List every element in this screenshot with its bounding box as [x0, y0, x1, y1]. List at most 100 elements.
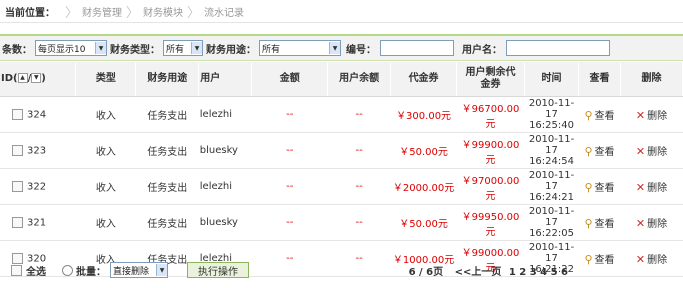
col-time: 时间: [524, 62, 580, 97]
row-purpose: 任务支出: [135, 132, 199, 169]
col-type: 类型: [75, 62, 137, 97]
view-button[interactable]: ⚲ 查看: [578, 96, 621, 133]
row-checkbox[interactable]: [12, 108, 23, 120]
batch-label: 批量：: [76, 266, 106, 278]
row-id: 324: [27, 109, 47, 121]
type-label: 财务类型：: [110, 44, 160, 56]
col-purpose: 财务用途: [135, 62, 200, 97]
breadcrumb-label: 当前位置：: [5, 7, 55, 19]
prev-page-link[interactable]: <<上一页: [455, 267, 502, 278]
col-view: 查看: [578, 62, 621, 97]
magnifier-icon: ⚲: [584, 109, 593, 123]
row-balance: --: [327, 132, 391, 169]
row-remain: ￥99950.00元: [456, 204, 525, 241]
chevron-down-icon: ▼: [95, 42, 106, 54]
filter-bar: 条数： 每页显示10 ▼ 财务类型： 所有 ▼ 财务用途： 所有 ▼ 编号： 用…: [0, 34, 683, 61]
page-links[interactable]: 1 2 3 4 5 6: [509, 267, 568, 278]
red-x-icon: ✕: [635, 181, 646, 195]
breadcrumb-item[interactable]: 财务管理: [82, 4, 122, 19]
username-input[interactable]: [506, 40, 610, 56]
row-amount: --: [251, 168, 328, 205]
type-select[interactable]: 所有 ▼: [163, 40, 203, 56]
magnifier-icon: ⚲: [584, 217, 593, 231]
number-input[interactable]: [380, 40, 454, 56]
row-user: lelezhi: [198, 96, 252, 133]
row-checkbox[interactable]: [12, 144, 23, 156]
sort-down-icon[interactable]: ▼: [31, 73, 42, 83]
row-amount: --: [251, 132, 328, 169]
page-info: 6 / 6页: [408, 266, 444, 278]
delete-button[interactable]: ✕ 删除: [620, 204, 683, 241]
delete-button[interactable]: ✕ 删除: [620, 96, 683, 133]
row-voucher: ￥50.00元: [390, 204, 457, 241]
table-row: 323 收入 任务支出 bluesky -- -- ￥50.00元 ￥99900…: [0, 132, 683, 169]
table-header: ID(▲ / ▼) 类型 财务用途 用户 金额 用户余额 代金券 用户剩余代 金券 时…: [0, 62, 683, 97]
red-x-icon: ✕: [635, 145, 646, 159]
row-time: 2010-11-17 16:24:21: [524, 168, 579, 205]
row-remain: ￥96700.00元: [456, 96, 525, 133]
view-button[interactable]: ⚲ 查看: [578, 168, 621, 205]
col-balance: 用户余额: [327, 62, 392, 97]
row-time: 2010-11-17 16:25:40: [524, 96, 579, 133]
row-user: lelezhi: [198, 168, 252, 205]
pagination: 6 / 6页 <<上一页 1 2 3 4 5 6: [407, 263, 568, 278]
purpose-label: 财务用途：: [206, 44, 256, 56]
row-id: 322: [27, 181, 47, 193]
row-id: 321: [27, 217, 47, 229]
breadcrumb-item[interactable]: 流水记录: [204, 4, 244, 19]
row-type: 收入: [75, 132, 136, 169]
row-type: 收入: [75, 96, 136, 133]
row-balance: --: [327, 168, 391, 205]
purpose-select[interactable]: 所有 ▼: [259, 40, 341, 56]
row-remain: ￥99900.00元: [456, 132, 525, 169]
chevron-down-icon: ▼: [156, 264, 167, 276]
row-voucher: ￥2000.00元: [390, 168, 457, 205]
select-all-checkbox[interactable]: [11, 264, 22, 276]
batch-radio[interactable]: [62, 264, 73, 276]
row-voucher: ￥50.00元: [390, 132, 457, 169]
red-x-icon: ✕: [635, 109, 646, 123]
row-purpose: 任务支出: [135, 204, 199, 241]
chevron-down-icon: ▼: [191, 42, 202, 54]
row-amount: --: [251, 204, 328, 241]
execute-button[interactable]: 执行操作: [187, 262, 249, 278]
view-button[interactable]: ⚲ 查看: [578, 132, 621, 169]
col-voucher: 代金券: [390, 62, 458, 97]
delete-button[interactable]: ✕ 删除: [620, 168, 683, 205]
row-id: 323: [27, 145, 47, 157]
table-row: 322 收入 任务支出 lelezhi -- -- ￥2000.00元 ￥970…: [0, 168, 683, 205]
conditions-label: 条数：: [2, 44, 32, 56]
row-balance: --: [327, 204, 391, 241]
page-size-select[interactable]: 每页显示10 ▼: [35, 40, 107, 56]
footer-bar: 全选 批量： 直接删除 ▼ 执行操作 6 / 6页 <<上一页 1 2 3 4 …: [0, 259, 683, 281]
delete-button[interactable]: ✕ 删除: [620, 132, 683, 169]
row-type: 收入: [75, 168, 136, 205]
row-purpose: 任务支出: [135, 168, 199, 205]
batch-action-select[interactable]: 直接删除 ▼: [110, 262, 168, 278]
chevron-right-icon: 〉: [187, 5, 201, 21]
row-balance: --: [327, 96, 391, 133]
breadcrumb: 当前位置： 〉 财务管理 〉 财务模块 〉 流水记录: [0, 0, 683, 23]
chevron-right-icon: 〉: [65, 5, 79, 21]
row-remain: ￥97000.00元: [456, 168, 525, 205]
table-row: 321 收入 任务支出 bluesky -- -- ￥50.00元 ￥99950…: [0, 204, 683, 241]
magnifier-icon: ⚲: [584, 181, 593, 195]
chevron-down-icon: ▼: [329, 42, 340, 54]
magnifier-icon: ⚲: [584, 145, 593, 159]
col-id: ID(▲ / ▼): [0, 62, 77, 97]
view-button[interactable]: ⚲ 查看: [578, 204, 621, 241]
table-row: 324 收入 任务支出 lelezhi -- -- ￥300.00元 ￥9670…: [0, 96, 683, 133]
select-all-label: 全选: [26, 266, 46, 278]
red-x-icon: ✕: [635, 217, 646, 231]
row-purpose: 任务支出: [135, 96, 199, 133]
number-label: 编号：: [346, 44, 376, 56]
username-label: 用户名：: [462, 44, 502, 56]
breadcrumb-item[interactable]: 财务模块: [143, 4, 183, 19]
row-checkbox[interactable]: [12, 180, 23, 192]
row-user: bluesky: [198, 132, 252, 169]
sort-up-icon[interactable]: ▲: [17, 73, 28, 83]
row-amount: --: [251, 96, 328, 133]
row-voucher: ￥300.00元: [390, 96, 457, 133]
row-type: 收入: [75, 204, 136, 241]
row-checkbox[interactable]: [12, 216, 23, 228]
